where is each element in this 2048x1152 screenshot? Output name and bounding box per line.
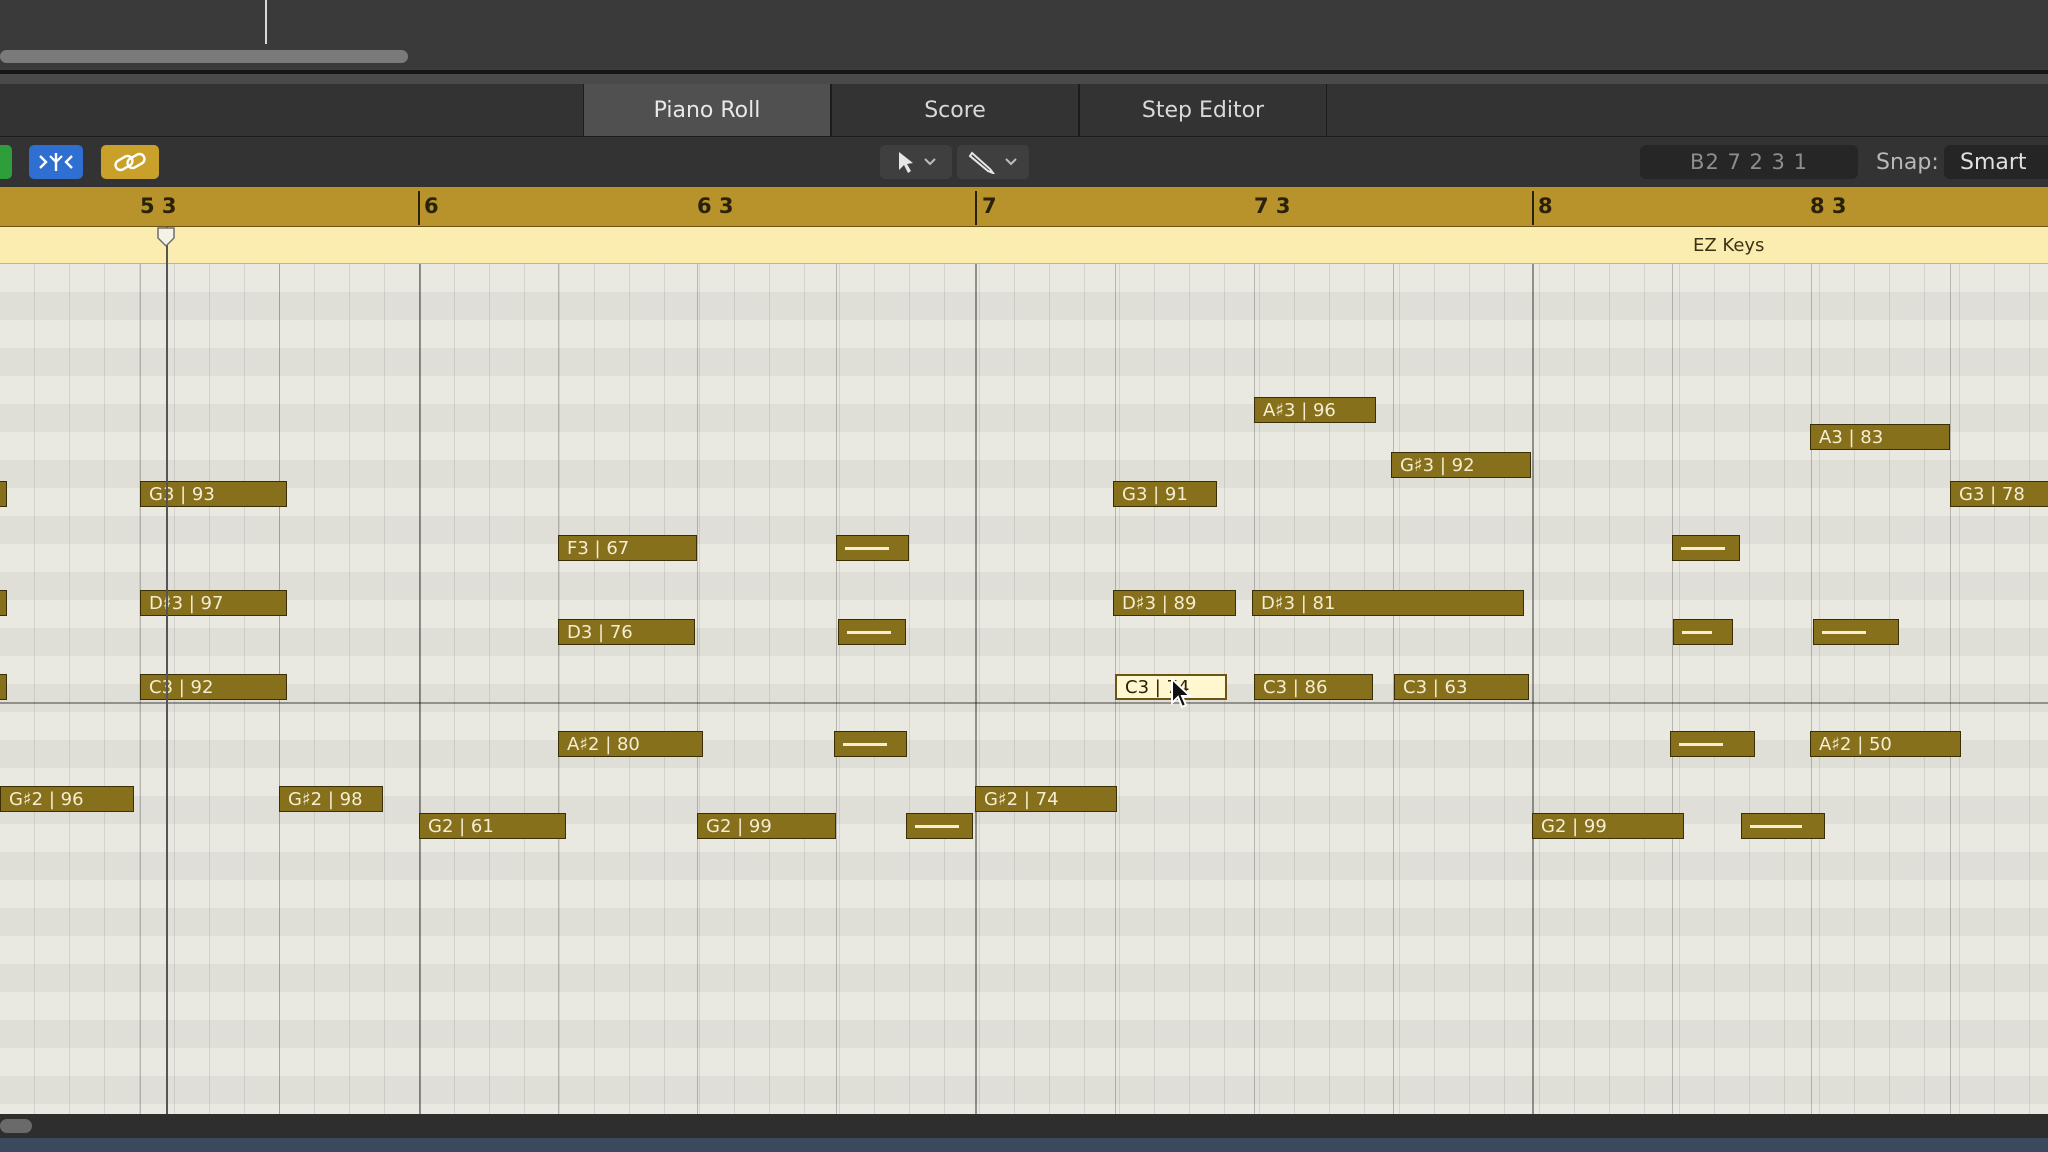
note[interactable]: G2 | 99 [1532, 813, 1684, 839]
region-header[interactable]: EZ Keys [0, 227, 2048, 264]
bar-line [419, 264, 421, 1114]
note[interactable]: C3 | 92 [140, 674, 287, 700]
note[interactable]: A♯2 | 80 [558, 731, 703, 757]
note[interactable]: C3 | 86 [1254, 674, 1373, 700]
beat-line [1950, 264, 1951, 1114]
beat-line [1811, 264, 1812, 1114]
arrange-playhead [265, 0, 267, 44]
editor-resize-handle[interactable] [0, 74, 2048, 84]
note[interactable] [838, 619, 906, 645]
note[interactable]: A3 | 83 [1810, 424, 1950, 450]
ruler-bar-tick [1532, 191, 1534, 225]
note[interactable] [1672, 535, 1740, 561]
ruler-bar-tick [418, 191, 420, 225]
midi-in-button[interactable] [0, 145, 12, 179]
ruler-bar-label: 8 [1538, 194, 1553, 218]
note[interactable]: A♯3 | 96 [1254, 397, 1376, 423]
ruler-bar-label: 5 3 [140, 194, 177, 218]
note[interactable] [0, 481, 7, 507]
ruler-bar-label: 7 [982, 194, 997, 218]
link-button[interactable] [101, 145, 159, 179]
note[interactable] [0, 674, 7, 700]
left-click-tool-menu[interactable] [880, 145, 952, 179]
link-icon [114, 152, 146, 172]
position-display: B2 7 2 3 1 [1640, 145, 1858, 179]
note[interactable]: C3 | 63 [1394, 674, 1529, 700]
note-dash [1679, 742, 1723, 746]
chevron-down-icon [1005, 158, 1017, 166]
note[interactable] [906, 813, 973, 839]
window-bottom-edge [0, 1138, 2048, 1152]
note[interactable] [1670, 731, 1755, 757]
octave-line [0, 702, 2048, 704]
note[interactable]: G3 | 78 [1950, 481, 2048, 507]
note-dash [845, 546, 889, 550]
snap-label: Snap: [1876, 149, 1939, 175]
note[interactable]: D♯3 | 97 [140, 590, 287, 616]
ruler-bar-label: 8 3 [1810, 194, 1847, 218]
beat-line [1672, 264, 1673, 1114]
editor-tabs: Piano Roll Score Step Editor [0, 84, 2048, 137]
beat-line [836, 264, 837, 1114]
note[interactable]: G3 | 93 [140, 481, 287, 507]
beat-line [697, 264, 698, 1114]
note-dash [1822, 630, 1866, 634]
note[interactable]: G♯2 | 74 [975, 786, 1117, 812]
note[interactable] [1673, 619, 1733, 645]
snap-select[interactable]: Smart [1944, 145, 2048, 179]
note-dash [1682, 630, 1712, 634]
bar-line [975, 264, 977, 1114]
note-dash [843, 742, 887, 746]
beat-line [558, 264, 559, 1114]
note[interactable] [1741, 813, 1825, 839]
note-dash [1750, 824, 1802, 828]
piano-roll-grid[interactable]: G3 | 93 D♯3 | 97 C3 | 92 G♯2 | 96 G♯2 | … [0, 264, 2048, 1114]
tab-piano-roll[interactable]: Piano Roll [583, 84, 831, 136]
tab-score[interactable]: Score [831, 84, 1079, 136]
ruler-bar-label: 7 3 [1254, 194, 1291, 218]
note[interactable]: F3 | 67 [558, 535, 697, 561]
pencil-icon [968, 151, 995, 174]
horizontal-scrollbar-top[interactable] [0, 50, 408, 63]
note[interactable]: G2 | 61 [419, 813, 566, 839]
note[interactable]: D♯3 | 81 [1252, 590, 1524, 616]
arrow-pointer-icon [899, 152, 913, 173]
playhead-handle-icon[interactable] [156, 226, 176, 248]
note-dash [847, 630, 891, 634]
note[interactable] [834, 731, 907, 757]
tab-step-editor[interactable]: Step Editor [1079, 84, 1327, 136]
note[interactable]: A♯2 | 50 [1810, 731, 1961, 757]
horizontal-scrollbar[interactable] [0, 1119, 32, 1133]
note[interactable]: D3 | 76 [558, 619, 695, 645]
ruler-bar-label: 6 [424, 194, 439, 218]
note[interactable]: G♯2 | 96 [0, 786, 134, 812]
ruler-bar-label: 6 3 [697, 194, 734, 218]
note[interactable]: D♯3 | 89 [1113, 590, 1236, 616]
command-click-tool-menu[interactable] [957, 145, 1029, 179]
editor-toolbar: B2 7 2 3 1 Snap: Smart [0, 137, 2048, 187]
note[interactable]: G2 | 99 [697, 813, 836, 839]
catch-icon [39, 153, 73, 171]
bar-line [1532, 264, 1534, 1114]
note[interactable]: G♯2 | 98 [279, 786, 383, 812]
mouse-cursor-icon [1171, 677, 1193, 709]
playhead[interactable] [166, 227, 168, 1114]
bar-ruler[interactable]: 5 3 6 6 3 7 7 3 8 8 3 [0, 187, 2048, 227]
chevron-down-icon [924, 158, 936, 166]
note[interactable] [836, 535, 909, 561]
note[interactable]: G3 | 91 [1113, 481, 1217, 507]
bottom-bar [0, 1114, 2048, 1138]
note[interactable] [1813, 619, 1899, 645]
region-name: EZ Keys [1693, 235, 1765, 256]
ruler-bar-tick [975, 191, 977, 225]
note[interactable] [0, 590, 7, 616]
note-dash [915, 824, 959, 828]
note[interactable]: G♯3 | 92 [1391, 452, 1531, 478]
note-dash [1681, 546, 1725, 550]
catch-playhead-button[interactable] [29, 145, 83, 179]
